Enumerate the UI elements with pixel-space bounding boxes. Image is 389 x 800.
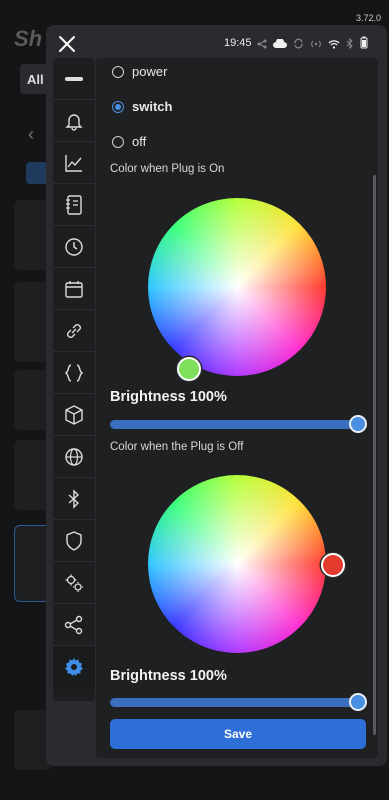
bluetooth-status-icon	[346, 36, 354, 54]
shield-icon	[66, 530, 82, 551]
radio-button[interactable]	[112, 65, 124, 78]
gears-icon	[65, 574, 83, 592]
cloud-icon	[273, 36, 287, 54]
radio-option-power[interactable]: power	[112, 64, 167, 79]
bluetooth-icon	[68, 488, 80, 509]
off-brightness-slider[interactable]	[110, 698, 366, 707]
sidebar-item-network[interactable]	[53, 436, 95, 478]
scrollbar[interactable]	[373, 175, 376, 735]
share-status-icon	[257, 36, 267, 54]
sidebar-item-schedule[interactable]	[53, 226, 95, 268]
share-icon	[64, 615, 83, 634]
sidebar-item-modules[interactable]	[53, 394, 95, 436]
sidebar-item-settings[interactable]	[53, 646, 95, 688]
on-brightness-label: Brightness 100%	[110, 389, 227, 405]
save-button[interactable]: Save	[110, 719, 366, 749]
radio-label: switch	[132, 99, 173, 114]
on-color-label: Color when Plug is On	[110, 163, 225, 175]
on-color-wheel[interactable]	[148, 198, 326, 376]
calendar-icon	[65, 280, 83, 298]
notebook-icon	[66, 194, 82, 215]
radio-button-checked[interactable]	[112, 100, 124, 113]
status-icons	[257, 36, 368, 54]
radio-label: off	[132, 134, 147, 149]
sidebar-item-scripts[interactable]	[53, 352, 95, 394]
sidebar-item-share[interactable]	[53, 604, 95, 646]
radio-option-off[interactable]: off	[112, 134, 146, 149]
broadcast-icon	[310, 36, 322, 54]
cube-icon	[65, 404, 83, 425]
off-color-wheel[interactable]	[148, 475, 326, 653]
radio-option-switch[interactable]: switch	[112, 99, 172, 114]
off-color-handle[interactable]	[321, 553, 345, 577]
battery-icon	[360, 36, 368, 54]
sidebar-item-device[interactable]	[53, 58, 95, 100]
status-time: 19:45	[224, 37, 252, 49]
sidebar-item-charts[interactable]	[53, 142, 95, 184]
sidebar-item-calendar[interactable]	[53, 268, 95, 310]
back-arrow-icon[interactable]: ‹	[28, 124, 34, 145]
close-icon[interactable]	[56, 33, 78, 55]
on-brightness-thumb[interactable]	[349, 415, 367, 433]
off-color-label: Color when the Plug is Off	[110, 441, 244, 453]
code-braces-icon	[64, 363, 84, 382]
wifi-icon	[328, 36, 340, 54]
on-brightness-slider[interactable]	[110, 420, 366, 429]
bell-icon	[65, 113, 83, 131]
sidebar-item-log[interactable]	[53, 184, 95, 226]
off-brightness-thumb[interactable]	[349, 693, 367, 711]
sidebar-item-bluetooth[interactable]	[53, 478, 95, 520]
sidebar-item-security[interactable]	[53, 520, 95, 562]
settings-sidebar	[53, 58, 95, 701]
on-color-handle[interactable]	[177, 357, 201, 381]
app-logo: Sh	[14, 26, 43, 51]
sidebar-item-link[interactable]	[53, 310, 95, 352]
link-icon	[67, 323, 81, 338]
sidebar-item-notifications[interactable]	[53, 100, 95, 142]
app-version: 3.72.0	[355, 13, 381, 23]
device-icon	[65, 76, 83, 81]
chart-icon	[65, 154, 82, 172]
radio-label: power	[132, 64, 168, 79]
clock-icon	[65, 237, 83, 256]
off-brightness-label: Brightness 100%	[110, 668, 227, 684]
globe-icon	[65, 447, 83, 466]
settings-icon	[65, 658, 83, 676]
sync-icon	[293, 36, 304, 54]
sidebar-item-advanced[interactable]	[53, 562, 95, 604]
radio-button[interactable]	[112, 135, 124, 148]
